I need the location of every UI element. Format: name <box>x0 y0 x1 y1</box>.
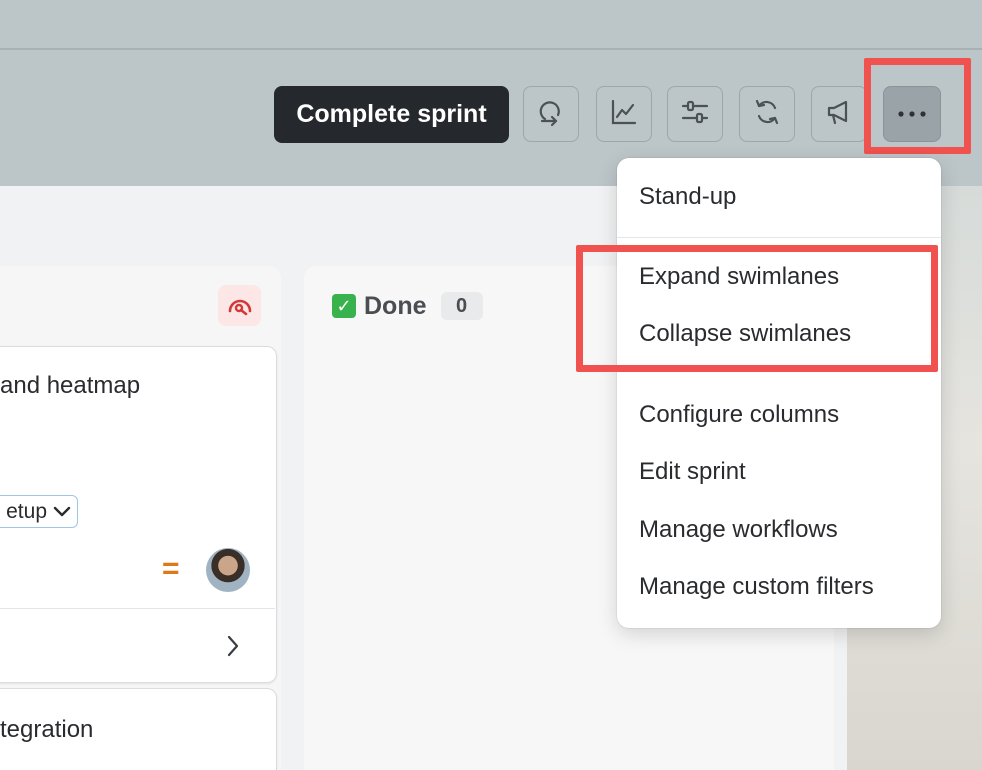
epic-dropdown-label: etup <box>6 499 47 523</box>
refresh-icon <box>752 97 782 132</box>
priority-medium-icon: = <box>162 552 180 585</box>
speedometer-icon[interactable] <box>218 285 261 326</box>
check-mark-icon: ✓ <box>332 294 356 318</box>
menu-item-configure-columns[interactable]: Configure columns <box>639 401 839 429</box>
sliders-icon <box>680 97 710 132</box>
menu-divider <box>617 237 941 238</box>
epic-dropdown[interactable]: etup <box>0 495 78 528</box>
done-column-header: ✓ Done 0 <box>332 291 483 321</box>
sprint-loop-button[interactable] <box>523 86 579 142</box>
board-settings-button[interactable] <box>667 86 723 142</box>
menu-item-manage-custom-filters[interactable]: Manage custom filters <box>639 573 874 601</box>
issue-count-badge: 0 <box>440 292 483 320</box>
avatar[interactable] <box>206 548 250 592</box>
megaphone-icon <box>824 97 854 132</box>
chart-line-icon <box>609 97 639 132</box>
chevron-right-icon[interactable] <box>222 633 244 659</box>
menu-item-manage-workflows[interactable]: Manage workflows <box>639 516 838 544</box>
screen: and heatmap etup = tegration ✓ Done 0 Co… <box>0 0 982 770</box>
highlight-box-swimlane-items <box>576 245 938 372</box>
refresh-button[interactable] <box>739 86 795 142</box>
top-strip <box>0 0 982 50</box>
complete-sprint-button[interactable]: Complete sprint <box>274 86 509 143</box>
column-title: Done <box>364 291 427 320</box>
menu-item-stand-up[interactable]: Stand-up <box>639 183 736 211</box>
feedback-button[interactable] <box>811 86 867 142</box>
card-divider <box>0 608 275 609</box>
chevron-down-icon <box>53 500 71 524</box>
more-options-menu <box>617 158 941 628</box>
sprint-loop-icon <box>536 97 566 132</box>
issue-card-title: tegration <box>0 716 94 743</box>
highlight-box-more-button <box>864 58 971 154</box>
issue-card-title: and heatmap <box>0 372 141 399</box>
menu-item-edit-sprint[interactable]: Edit sprint <box>639 458 746 486</box>
reports-button[interactable] <box>596 86 652 142</box>
